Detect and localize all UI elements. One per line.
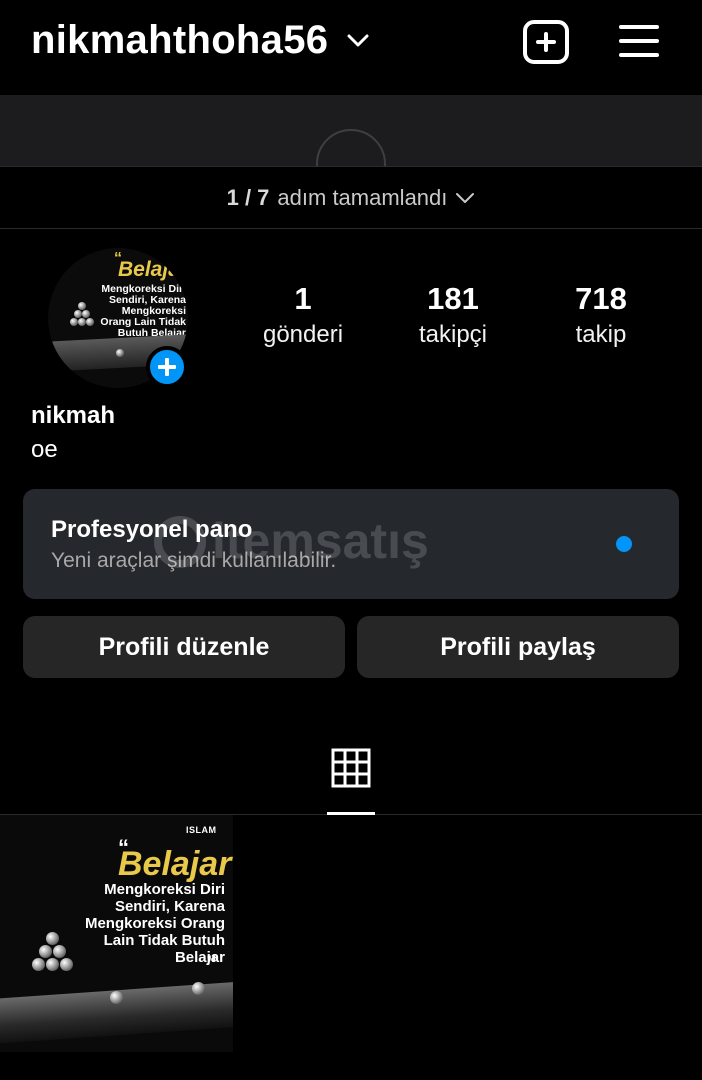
story-strip [0, 95, 702, 166]
stat-label: takip [575, 321, 627, 348]
ball [46, 932, 59, 945]
steps-progress: 1 / 7 [226, 184, 270, 210]
profile-avatar[interactable]: “ Belaja Mengkoreksi Diri Sendiri, Karen… [48, 248, 188, 388]
add-story-button[interactable] [146, 346, 188, 388]
ball [110, 991, 123, 1004]
avatar-title: Belaja [118, 258, 180, 281]
notification-dot [616, 536, 632, 552]
dashboard-subtitle: Yeni araçlar şimdi kullanılabilir. [51, 549, 337, 572]
chevron-down-icon[interactable] [346, 34, 370, 48]
stat-value: 181 [427, 281, 479, 316]
ball [116, 349, 124, 357]
stat-label: takipçi [418, 321, 488, 348]
top-bar: nikmahthoha56 [0, 0, 702, 95]
post-title: Belajar [118, 845, 232, 883]
ball [78, 318, 86, 326]
story-ring[interactable] [316, 129, 386, 166]
active-tab-indicator [327, 812, 375, 815]
ball [39, 945, 52, 958]
profile-bio: oe [31, 436, 58, 463]
ball [82, 310, 90, 318]
quote-mark: ” [206, 951, 217, 976]
post-thumbnail[interactable]: ISLAM “ Belajar Mengkoreksi Diri Sendiri… [0, 815, 233, 1052]
stat-label: gönderi [262, 321, 344, 348]
ball [78, 302, 86, 310]
steps-label: adım tamamlandı [277, 184, 448, 210]
ball [86, 318, 94, 326]
profile-full-name: nikmah [31, 402, 116, 429]
stat-value: 718 [575, 281, 627, 316]
professional-dashboard-card[interactable]: Profesyonel pano Yeni araçlar şimdi kull… [23, 489, 679, 599]
username-title[interactable]: nikmahthoha56 [31, 18, 328, 63]
post-text: Mengkoreksi Diri Sendiri, Karena Mengkor… [84, 881, 225, 966]
stat-followers[interactable]: 181 takipçi [388, 280, 518, 352]
hamburger-menu-icon[interactable] [619, 23, 659, 59]
ball [53, 945, 66, 958]
avatar-text: Mengkoreksi Diri Sendiri, Karena Mengkor… [100, 283, 186, 339]
ball [60, 958, 73, 971]
ball [74, 310, 82, 318]
dashboard-title: Profesyonel pano [51, 516, 253, 543]
stat-posts[interactable]: 1 gönderi [238, 280, 368, 352]
ball [32, 958, 45, 971]
edit-profile-button[interactable]: Profili düzenle [23, 616, 345, 678]
stat-following[interactable]: 718 takip [536, 280, 666, 352]
ball [192, 982, 205, 995]
ball [46, 958, 59, 971]
stat-value: 1 [294, 281, 312, 316]
create-post-button[interactable] [523, 20, 569, 64]
post-brand: ISLAM [186, 825, 217, 835]
setup-steps-row[interactable]: 1 / 7 adım tamamlandı [0, 166, 702, 229]
ball [70, 318, 78, 326]
chevron-down-icon [456, 192, 475, 203]
grid-icon[interactable] [331, 748, 371, 788]
share-profile-button[interactable]: Profili paylaş [357, 616, 679, 678]
